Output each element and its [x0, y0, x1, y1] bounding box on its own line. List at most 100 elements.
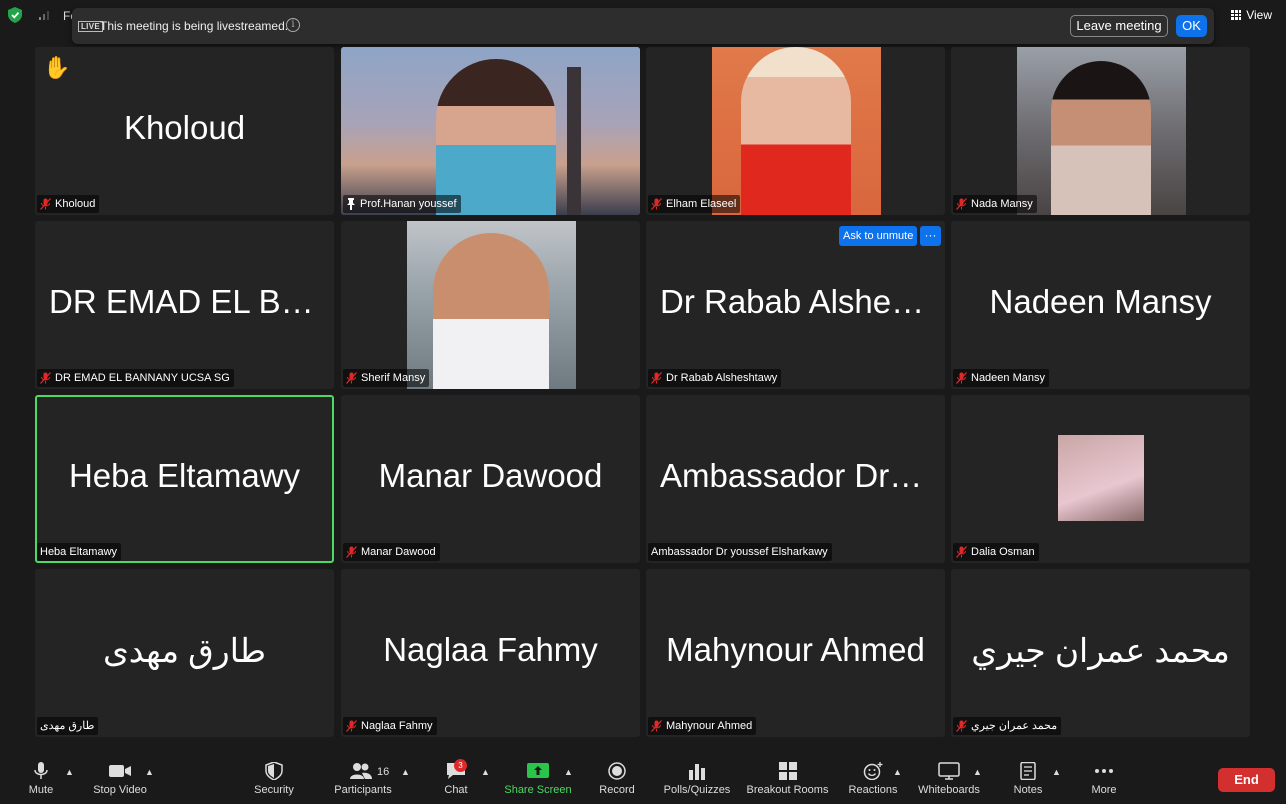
- muted-mic-icon: [956, 198, 967, 210]
- participant-name-large: Heba Eltamawy: [68, 457, 301, 494]
- livestream-banner: LIVE This meeting is being livestreamed.…: [72, 8, 1214, 44]
- participant-label: Nada Mansy: [971, 198, 1033, 210]
- ok-button[interactable]: OK: [1176, 15, 1207, 37]
- video-tile-dr-emad-el-bannany[interactable]: DR EMAD EL BAN... DR EMAD EL BANNANY UCS…: [35, 221, 334, 389]
- video-camera-icon: [109, 765, 131, 777]
- security-button[interactable]: Security: [250, 762, 298, 796]
- more-button[interactable]: More: [1086, 762, 1122, 796]
- participant-name-tag: Elham Elaseel: [648, 195, 741, 213]
- video-tile-ambassador-dr-youssef[interactable]: Ambassador Dr youssef Elsharkawy Ambassa…: [646, 395, 945, 563]
- video-tile-kholoud[interactable]: ✋ Kholoud Kholoud: [35, 47, 334, 215]
- participant-name-large: محمد عمران جيري: [971, 632, 1230, 669]
- reactions-button[interactable]: Reactions: [846, 762, 900, 796]
- participant-name-tag: طارق مهدى: [37, 717, 99, 735]
- video-tile-heba-eltamawy[interactable]: Heba Eltamawy Heba Eltamawy: [35, 395, 334, 563]
- connection-signal-icon[interactable]: [38, 9, 50, 21]
- smiley-add-icon: [863, 762, 883, 780]
- info-icon[interactable]: i: [286, 18, 300, 32]
- muted-mic-icon: [40, 198, 51, 210]
- polls-quizzes-label: Polls/Quizzes: [663, 784, 731, 796]
- participant-name-tag: محمد عمران جيري: [953, 717, 1062, 735]
- more-label: More: [1091, 784, 1117, 796]
- polls-quizzes-button[interactable]: Polls/Quizzes: [662, 762, 732, 796]
- share-options-caret-icon[interactable]: ▲: [564, 767, 573, 777]
- participants-label: Participants: [334, 784, 392, 796]
- record-button[interactable]: Record: [597, 762, 637, 796]
- video-tile-dr-rabab-alsheshtawy[interactable]: Ask to unmute ··· Dr Rabab Alsheshtawy D…: [646, 221, 945, 389]
- livestream-message: This meeting is being livestreamed.: [100, 19, 289, 33]
- leave-meeting-button[interactable]: Leave meeting: [1070, 15, 1168, 37]
- breakout-rooms-button[interactable]: Breakout Rooms: [745, 762, 830, 796]
- video-tile-nada-mansy[interactable]: Nada Mansy: [951, 47, 1250, 215]
- participant-name-tag: Ambassador Dr youssef Elsharkawy: [648, 543, 832, 561]
- whiteboards-label: Whiteboards: [918, 784, 980, 796]
- video-tile-dalia-osman[interactable]: Dalia Osman: [951, 395, 1250, 563]
- view-label: View: [1246, 8, 1272, 22]
- whiteboards-options-caret-icon[interactable]: ▲: [973, 767, 982, 777]
- video-tile-prof-hanan-youssef[interactable]: Prof.Hanan youssef: [341, 47, 640, 215]
- video-tile-tariq-mahdi[interactable]: طارق مهدى طارق مهدى: [35, 569, 334, 737]
- view-button[interactable]: View: [1231, 8, 1272, 22]
- mute-options-caret-icon[interactable]: ▲: [65, 767, 74, 777]
- participant-name-large: Mahynour Ahmed: [666, 631, 925, 668]
- participant-name-large: طارق مهدى: [102, 632, 267, 669]
- muted-mic-icon: [651, 198, 662, 210]
- whiteboard-icon: [938, 762, 960, 780]
- participant-label: Elham Elaseel: [666, 198, 737, 210]
- chat-unread-badge: 3: [454, 759, 467, 772]
- participant-name-tag: DR EMAD EL BANNANY UCSA SG: [37, 369, 234, 387]
- video-tile-elham-elaseel[interactable]: Elham Elaseel: [646, 47, 945, 215]
- muted-mic-icon: [956, 372, 967, 384]
- notes-button[interactable]: Notes: [1010, 762, 1046, 796]
- tower-silhouette: [567, 67, 581, 215]
- reactions-options-caret-icon[interactable]: ▲: [893, 767, 902, 777]
- participant-name-tag: Dr Rabab Alsheshtawy: [648, 369, 782, 387]
- breakout-rooms-label: Breakout Rooms: [746, 784, 829, 796]
- participant-name-tag: Sherif Mansy: [343, 369, 430, 387]
- video-tile-sherif-mansy[interactable]: Sherif Mansy: [341, 221, 640, 389]
- muted-mic-icon: [956, 546, 967, 558]
- video-tile-naglaa-fahmy[interactable]: Naglaa Fahmy Naglaa Fahmy: [341, 569, 640, 737]
- participant-name-tag: Nadeen Mansy: [953, 369, 1049, 387]
- participant-name-large: Naglaa Fahmy: [383, 631, 598, 668]
- video-tile-mohamed-omran[interactable]: محمد عمران جيري محمد عمران جيري: [951, 569, 1250, 737]
- participant-name-large: Dr Rabab Alsheshtawy: [660, 283, 945, 320]
- participants-options-caret-icon[interactable]: ▲: [401, 767, 410, 777]
- share-screen-icon: [527, 763, 549, 778]
- participant-name-large: Ambassador Dr youssef Elsharkawy: [660, 457, 945, 494]
- breakout-rooms-icon: [778, 762, 797, 780]
- participant-label: DR EMAD EL BANNANY UCSA SG: [55, 372, 230, 384]
- reactions-label: Reactions: [848, 784, 898, 796]
- participant-name-tag: Naglaa Fahmy: [343, 717, 437, 735]
- video-tile-mahynour-ahmed[interactable]: Mahynour Ahmed Mahynour Ahmed: [646, 569, 945, 737]
- participant-name-tag: Mahynour Ahmed: [648, 717, 757, 735]
- chat-button[interactable]: 3 Chat: [440, 759, 472, 796]
- end-meeting-button[interactable]: End: [1218, 768, 1275, 792]
- video-tile-manar-dawood[interactable]: Manar Dawood Manar Dawood: [341, 395, 640, 563]
- participants-icon: [350, 763, 372, 779]
- participants-count: 16: [377, 766, 390, 778]
- participant-name-large: Nadeen Mansy: [989, 283, 1212, 320]
- participant-label: Nadeen Mansy: [971, 372, 1045, 384]
- stop-video-button[interactable]: Stop Video: [88, 762, 152, 796]
- shield-check-icon[interactable]: [8, 7, 22, 23]
- video-options-caret-icon[interactable]: ▲: [145, 767, 154, 777]
- mute-button[interactable]: Mute: [20, 762, 62, 796]
- participant-label: Dalia Osman: [971, 546, 1035, 558]
- person-silhouette: [436, 59, 556, 215]
- record-icon: [608, 762, 626, 780]
- ask-to-unmute-button[interactable]: Ask to unmute: [839, 226, 918, 246]
- muted-mic-icon: [956, 720, 967, 732]
- person-silhouette: [433, 233, 549, 389]
- notes-options-caret-icon[interactable]: ▲: [1052, 767, 1061, 777]
- notes-icon: [1020, 762, 1036, 780]
- video-tile-nadeen-mansy[interactable]: Nadeen Mansy Nadeen Mansy: [951, 221, 1250, 389]
- participant-name-large: Manar Dawood: [378, 457, 603, 494]
- participant-label: Dr Rabab Alsheshtawy: [666, 372, 778, 384]
- grid-view-icon: [1231, 10, 1242, 20]
- chat-options-caret-icon[interactable]: ▲: [481, 767, 490, 777]
- more-options-icon[interactable]: ···: [920, 226, 941, 246]
- participant-name-large: Kholoud: [123, 109, 246, 146]
- profile-avatar: [1058, 435, 1144, 521]
- more-dots-icon: [1095, 769, 1113, 773]
